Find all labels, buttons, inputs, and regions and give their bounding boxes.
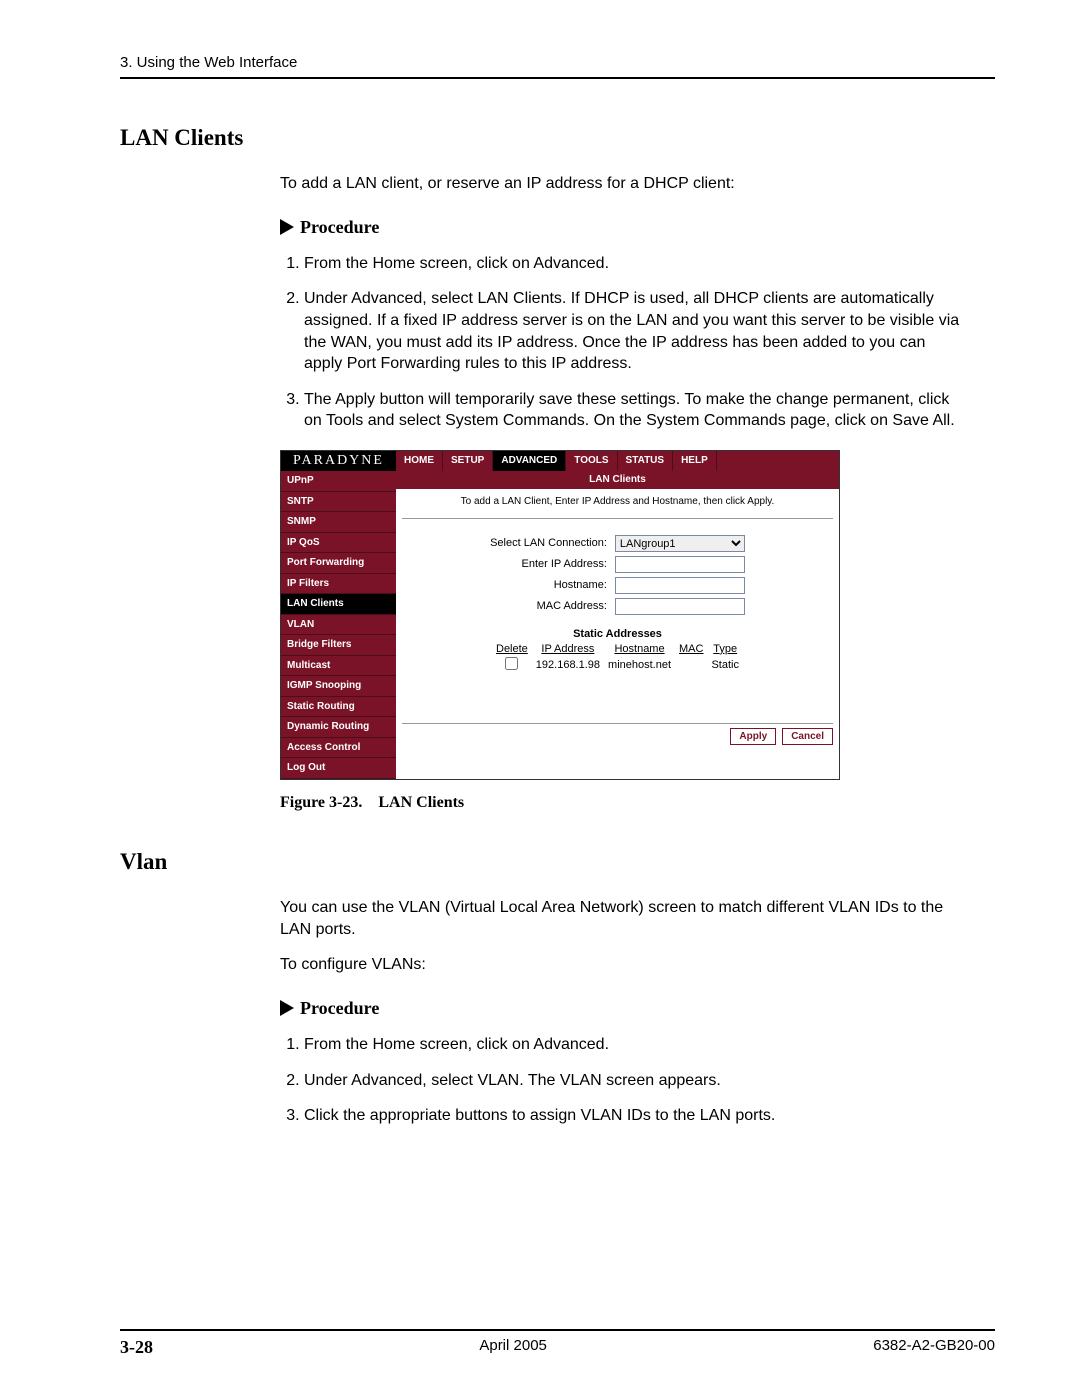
sidebar-item-log-out[interactable]: Log Out [281, 758, 396, 779]
label-ip: Enter IP Address: [490, 556, 611, 573]
sidebar-item-ipqos[interactable]: IP QoS [281, 533, 396, 554]
cell-host: minehost.net [608, 657, 671, 675]
intro-text: To add a LAN client, or reserve an IP ad… [280, 173, 960, 195]
nav-home[interactable]: HOME [396, 451, 443, 471]
vlan-p2: To configure VLANs: [280, 954, 960, 976]
nav-tools[interactable]: TOOLS [566, 451, 617, 471]
doc-number: 6382-A2-GB20-00 [873, 1337, 995, 1358]
static-addresses-title: Static Addresses [396, 627, 839, 642]
sidebar-item-lan-clients[interactable]: LAN Clients [281, 594, 396, 615]
input-host[interactable] [615, 577, 745, 594]
col-delete: Delete [496, 642, 528, 657]
label-host: Hostname: [490, 577, 611, 594]
top-nav: HOME SETUP ADVANCED TOOLS STATUS HELP [396, 451, 839, 471]
sidebar-item-sntp[interactable]: SNTP [281, 492, 396, 513]
procedure-heading-2: Procedure [280, 996, 960, 1020]
page-number: 3-28 [120, 1337, 153, 1358]
footer-date: April 2005 [479, 1337, 547, 1358]
col-host: Hostname [608, 642, 671, 657]
list-item: The Apply button will temporarily save t… [304, 389, 960, 432]
section-title-vlan: Vlan [120, 849, 995, 875]
nav-status[interactable]: STATUS [618, 451, 674, 471]
nav-help[interactable]: HELP [673, 451, 717, 471]
procedure-label: Procedure [300, 215, 379, 239]
chapter-header: 3. Using the Web Interface [120, 54, 995, 71]
section-title-lan-clients: LAN Clients [120, 125, 995, 151]
sidebar-item-multicast[interactable]: Multicast [281, 656, 396, 677]
sidebar-item-upnp[interactable]: UPnP [281, 471, 396, 492]
label-mac: MAC Address: [490, 598, 611, 615]
input-ip[interactable] [615, 556, 745, 573]
vlan-p1: You can use the VLAN (Virtual Local Area… [280, 897, 960, 940]
sidebar-item-ip-filters[interactable]: IP Filters [281, 574, 396, 595]
list-item: From the Home screen, click on Advanced. [304, 253, 960, 275]
label-conn: Select LAN Connection: [490, 535, 611, 552]
triangle-icon [280, 1000, 294, 1016]
nav-setup[interactable]: SETUP [443, 451, 493, 471]
list-item: Under Advanced, select LAN Clients. If D… [304, 288, 960, 374]
col-mac: MAC [679, 642, 703, 657]
brand-logo: PARADYNE [281, 451, 396, 471]
static-addresses-table: Delete IP Address Hostname MAC Type 192.… [488, 642, 747, 675]
sidebar-item-igmp[interactable]: IGMP Snooping [281, 676, 396, 697]
triangle-icon [280, 219, 294, 235]
select-lan-connection[interactable]: LANgroup1 [615, 535, 745, 552]
list-item: From the Home screen, click on Advanced. [304, 1034, 960, 1056]
page-footer: 3-28 April 2005 6382-A2-GB20-00 [120, 1329, 995, 1358]
sidebar-item-port-forwarding[interactable]: Port Forwarding [281, 553, 396, 574]
table-row: 192.168.1.98 minehost.net Static [496, 657, 739, 675]
list-item: Click the appropriate buttons to assign … [304, 1105, 960, 1127]
col-type: Type [711, 642, 739, 657]
figure-3-23: PARADYNE HOME SETUP ADVANCED TOOLS STATU… [280, 450, 960, 813]
delete-checkbox[interactable] [505, 657, 518, 670]
cell-type: Static [711, 657, 739, 675]
procedure-label: Procedure [300, 996, 379, 1020]
content-title: LAN Clients [396, 471, 839, 489]
procedure-heading: Procedure [280, 215, 960, 239]
sidebar-item-dynamic-routing[interactable]: Dynamic Routing [281, 717, 396, 738]
sidebar-item-vlan[interactable]: VLAN [281, 615, 396, 636]
col-ip: IP Address [536, 642, 600, 657]
side-nav: UPnP SNTP SNMP IP QoS Port Forwarding IP… [281, 471, 396, 779]
sidebar-item-static-routing[interactable]: Static Routing [281, 697, 396, 718]
sidebar-item-access-control[interactable]: Access Control [281, 738, 396, 759]
procedure-list-1: From the Home screen, click on Advanced.… [280, 253, 960, 432]
content-hint: To add a LAN Client, Enter IP Address an… [402, 489, 833, 520]
input-mac[interactable] [615, 598, 745, 615]
form-table: Select LAN Connection: LANgroup1 Enter I… [486, 531, 749, 619]
cell-mac [679, 657, 703, 675]
procedure-list-2: From the Home screen, click on Advanced.… [280, 1034, 960, 1127]
sidebar-item-bridge-filters[interactable]: Bridge Filters [281, 635, 396, 656]
cancel-button[interactable]: Cancel [782, 728, 833, 746]
apply-button[interactable]: Apply [730, 728, 776, 746]
cell-ip: 192.168.1.98 [536, 657, 600, 675]
header-rule [120, 77, 995, 79]
figure-caption: Figure 3-23. LAN Clients [280, 792, 960, 814]
sidebar-item-snmp[interactable]: SNMP [281, 512, 396, 533]
nav-advanced[interactable]: ADVANCED [493, 451, 566, 471]
list-item: Under Advanced, select VLAN. The VLAN sc… [304, 1070, 960, 1092]
